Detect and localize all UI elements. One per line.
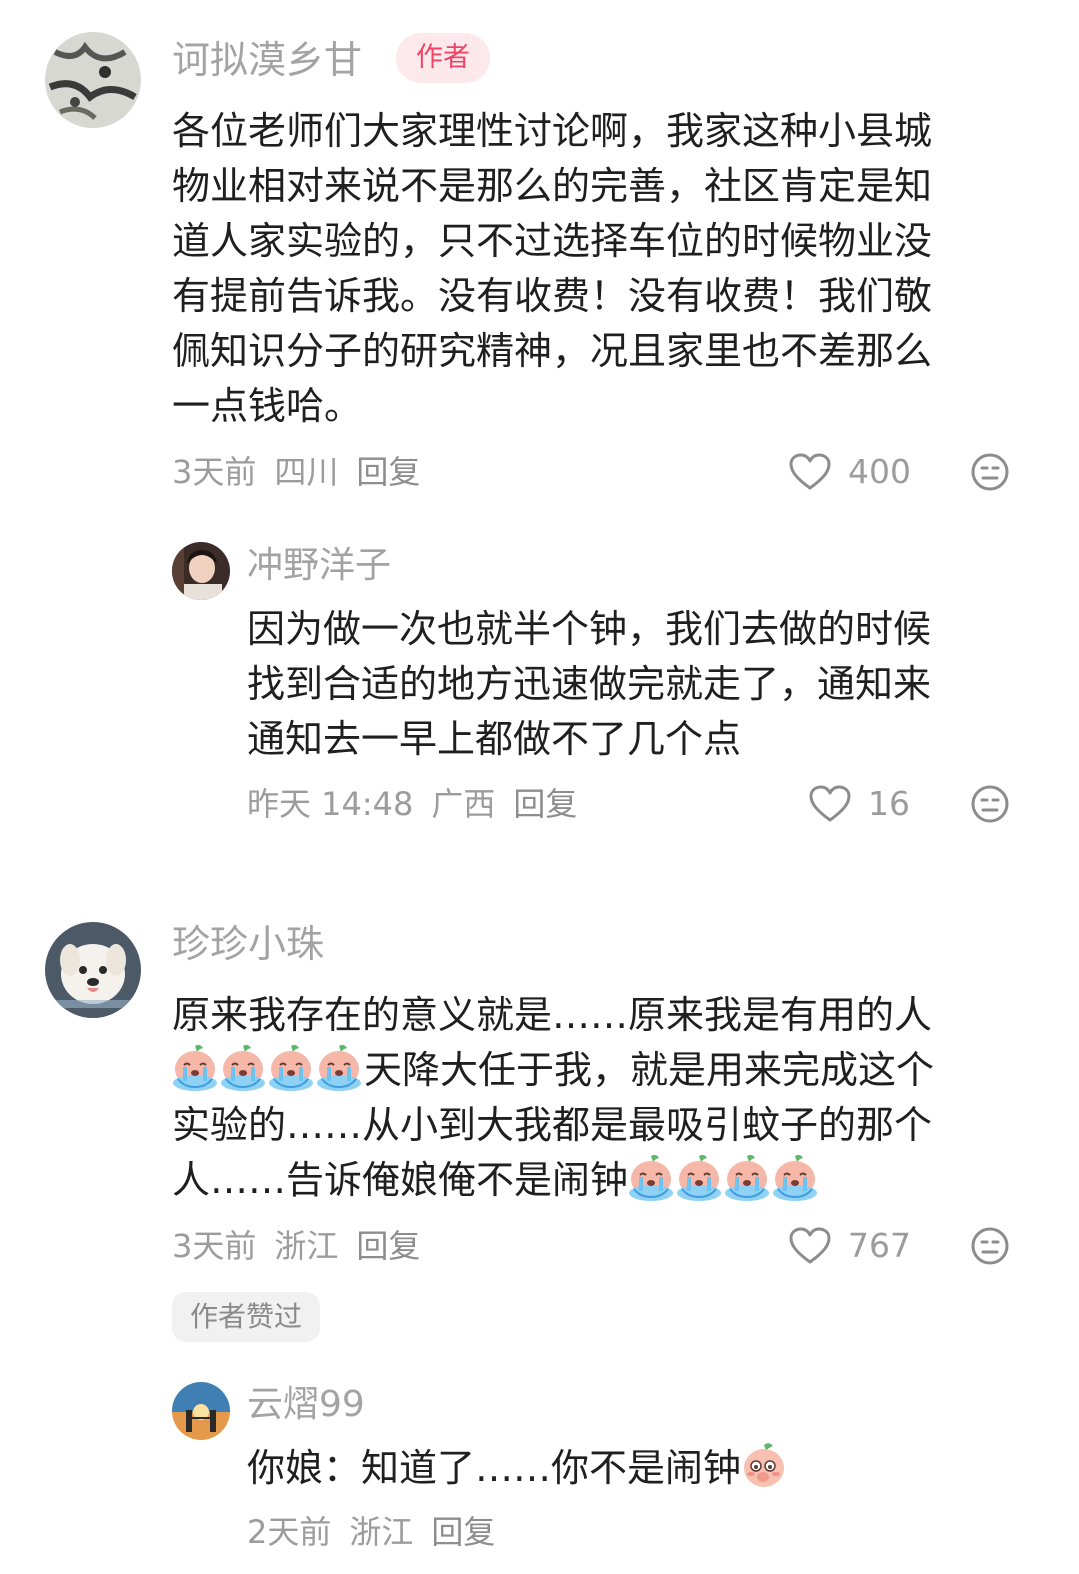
comment-line: 原来我存在的意义就是……原来我是有用的人 [172, 993, 933, 1037]
like-button[interactable]: 16 [808, 782, 910, 826]
comment-username[interactable]: 珍珍小珠 [172, 920, 324, 968]
comment-username[interactable]: 诃拟漠乡甘 [172, 36, 362, 84]
avatar[interactable] [172, 1382, 230, 1440]
reply-line: 因为做一次也就半个钟，我们去做的时候 [247, 607, 932, 651]
reply-button[interactable]: 回复 [431, 1513, 495, 1551]
comment-line-with-emoji: 天降大任于我，就是用来完成这个 [172, 1043, 934, 1098]
reply-body: 因为做一次也就半个钟，我们去做的时候 找到合适的地方迅速做完就走了，通知来 通知… [247, 602, 931, 767]
comment-line-text: 天降大任于我，就是用来完成这个 [364, 1048, 935, 1092]
comment-line: 佩知识分子的研究精神，况且家里也不差那么 [172, 329, 933, 373]
crying-peach-emoji [268, 1043, 314, 1091]
crying-peach-emoji [676, 1153, 722, 1201]
like-count: 16 [868, 784, 910, 823]
comment-line: 道人家实验的，只不过选择车位的时候物业没 [172, 219, 933, 263]
comment-time: 3天前 [172, 1227, 257, 1265]
author-liked-badge: 作者赞过 [172, 1292, 321, 1342]
crying-peach-emoji [220, 1043, 266, 1091]
comment-location: 四川 [274, 453, 339, 491]
reply-username[interactable]: 云熠99 [247, 1381, 365, 1429]
reply-line-text: 你娘：知道了……你不是闹钟 [247, 1446, 742, 1490]
crying-peach-emoji [316, 1043, 362, 1091]
like-count: 400 [848, 452, 911, 491]
avatar[interactable] [45, 32, 141, 128]
reply-button[interactable]: 回复 [356, 1227, 420, 1265]
comment-location: 浙江 [274, 1227, 339, 1265]
author-badge: 作者 [396, 33, 490, 83]
comment-meta: 3天前 四川 回复 [172, 450, 438, 494]
reply-button[interactable]: 回复 [356, 453, 420, 491]
comment-line: 有提前告诉我。没有收费！没有收费！我们敬 [172, 274, 933, 318]
avatar[interactable] [172, 542, 230, 600]
shy-peach-emoji [741, 1441, 787, 1489]
reply-meta: 2天前 浙江 回复 [247, 1510, 513, 1554]
crying-peach-emoji [172, 1043, 218, 1091]
crying-peach-emoji [724, 1153, 770, 1201]
comment-line: 实验的……从小到大我都是最吸引蚊子的那个 [172, 1103, 933, 1147]
reply-time: 2天前 [247, 1513, 332, 1551]
reply-time: 昨天 14:48 [247, 785, 414, 823]
crying-peach-emoji [772, 1153, 818, 1201]
reply-meta: 昨天 14:48 广西 回复 [247, 782, 595, 826]
reply-line: 找到合适的地方迅速做完就走了，通知来 [247, 662, 932, 706]
neutral-face-icon[interactable] [970, 784, 1010, 824]
reply-line: 通知去一早上都做不了几个点 [247, 717, 742, 761]
crying-peach-emoji [628, 1153, 674, 1201]
comment-body: 各位老师们大家理性讨论啊，我家这种小县城 物业相对来说不是那么的完善，社区肯定是… [172, 104, 932, 434]
reply-button[interactable]: 回复 [513, 785, 577, 823]
comment-meta: 3天前 浙江 回复 [172, 1224, 438, 1268]
neutral-face-icon[interactable] [970, 1226, 1010, 1266]
avatar[interactable] [45, 922, 141, 1018]
heart-outline-icon[interactable] [808, 784, 852, 824]
comment-line: 一点钱哈。 [172, 384, 363, 428]
heart-outline-icon[interactable] [788, 452, 832, 492]
comment-line: 各位老师们大家理性讨论啊，我家这种小县城 [172, 109, 933, 153]
reply-body: 你娘：知道了……你不是闹钟 [247, 1441, 789, 1496]
comment-body: 原来我存在的意义就是……原来我是有用的人 天降大任于我，就是用来完成这个 实验的… [172, 988, 934, 1208]
reply-line-with-emoji: 你娘：知道了……你不是闹钟 [247, 1441, 789, 1496]
neutral-face-icon[interactable] [970, 452, 1010, 492]
reply-username[interactable]: 冲野洋子 [247, 542, 391, 590]
comment-line-with-emoji: 人……告诉俺娘俺不是闹钟 [172, 1153, 934, 1208]
like-count: 767 [848, 1226, 911, 1265]
heart-outline-icon[interactable] [788, 1226, 832, 1266]
comment-time: 3天前 [172, 453, 257, 491]
comment-line: 物业相对来说不是那么的完善，社区肯定是知 [172, 164, 933, 208]
reply-location: 浙江 [349, 1513, 414, 1551]
reply-location: 广西 [431, 785, 496, 823]
like-button[interactable]: 400 [788, 450, 911, 494]
comment-line-text: 人……告诉俺娘俺不是闹钟 [172, 1158, 629, 1202]
like-button[interactable]: 767 [788, 1224, 911, 1268]
